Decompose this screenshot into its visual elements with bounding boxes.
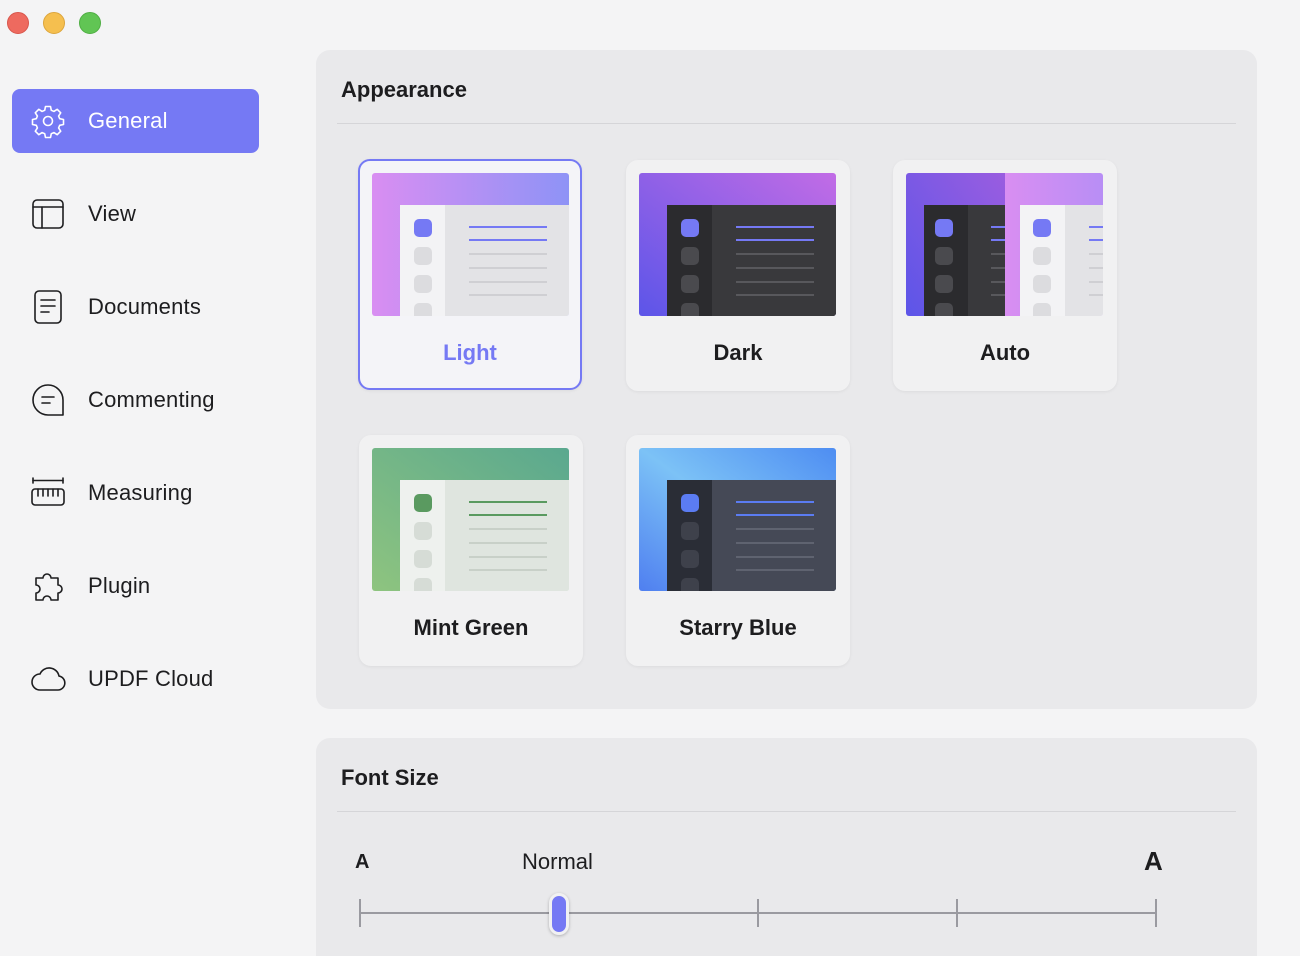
comment-icon [29, 381, 67, 419]
theme-label: Starry Blue [679, 615, 797, 640]
theme-label: Light [443, 340, 497, 365]
divider [337, 811, 1236, 812]
sidebar-item-view[interactable]: View [12, 182, 259, 246]
sidebar-item-documents[interactable]: Documents [12, 275, 259, 339]
document-icon [29, 288, 67, 326]
theme-label: Auto [979, 340, 1031, 365]
theme-card-dark[interactable]: Dark [626, 160, 850, 391]
gear-icon [29, 102, 67, 140]
sidebar-item-label: Documents [88, 294, 202, 319]
theme-preview-auto [906, 173, 1103, 316]
ruler-icon [29, 474, 67, 512]
font-size-slider-tick[interactable] [1155, 899, 1157, 927]
cloud-icon [29, 660, 67, 698]
font-size-slider-tick[interactable] [757, 899, 759, 927]
divider [337, 123, 1236, 124]
window-controls [7, 12, 101, 34]
theme-preview-dark [639, 173, 836, 316]
sidebar-item-measuring[interactable]: Measuring [12, 461, 259, 525]
theme-card-starry-blue[interactable]: Starry Blue [626, 435, 850, 666]
theme-label: Dark [713, 340, 763, 365]
theme-card-mint-green[interactable]: Mint Green [359, 435, 583, 666]
sidebar-item-label: Commenting [88, 387, 215, 412]
sidebar-item-updf-cloud[interactable]: UPDF Cloud [12, 647, 259, 711]
layout-icon [29, 195, 67, 233]
sidebar-item-label: General [88, 108, 168, 133]
sidebar-item-commenting[interactable]: Commenting [12, 368, 259, 432]
theme-preview-starry-blue [639, 448, 836, 591]
theme-card-light[interactable]: Light [358, 159, 582, 390]
font-size-panel: Font Size A Normal A [316, 738, 1257, 956]
appearance-panel: Appearance Light Dark Auto Mint Green St… [316, 50, 1257, 709]
puzzle-icon [29, 567, 67, 605]
sidebar-item-label: Plugin [88, 573, 151, 598]
font-size-current-label: Normal [522, 849, 593, 874]
minimize-window-button[interactable] [43, 12, 65, 34]
font-size-large-label: A [1144, 846, 1163, 876]
maximize-window-button[interactable] [79, 12, 101, 34]
appearance-title: Appearance [341, 77, 467, 102]
sidebar-item-label: View [88, 201, 137, 226]
theme-preview-light [372, 173, 569, 316]
font-size-small-label: A [355, 851, 370, 873]
font-size-title: Font Size [341, 765, 439, 790]
close-window-button[interactable] [7, 12, 29, 34]
theme-label: Mint Green [413, 615, 529, 640]
sidebar: General View Documents Commenting Measur… [12, 89, 259, 740]
theme-preview-mint-green [372, 448, 569, 591]
font-size-slider-tick[interactable] [956, 899, 958, 927]
font-size-slider-thumb[interactable] [549, 893, 569, 935]
sidebar-item-label: UPDF Cloud [88, 666, 214, 691]
font-size-slider-tick[interactable] [359, 899, 361, 927]
sidebar-item-general[interactable]: General [12, 89, 259, 153]
sidebar-item-label: Measuring [88, 480, 193, 505]
theme-card-auto[interactable]: Auto [893, 160, 1117, 391]
sidebar-item-plugin[interactable]: Plugin [12, 554, 259, 618]
